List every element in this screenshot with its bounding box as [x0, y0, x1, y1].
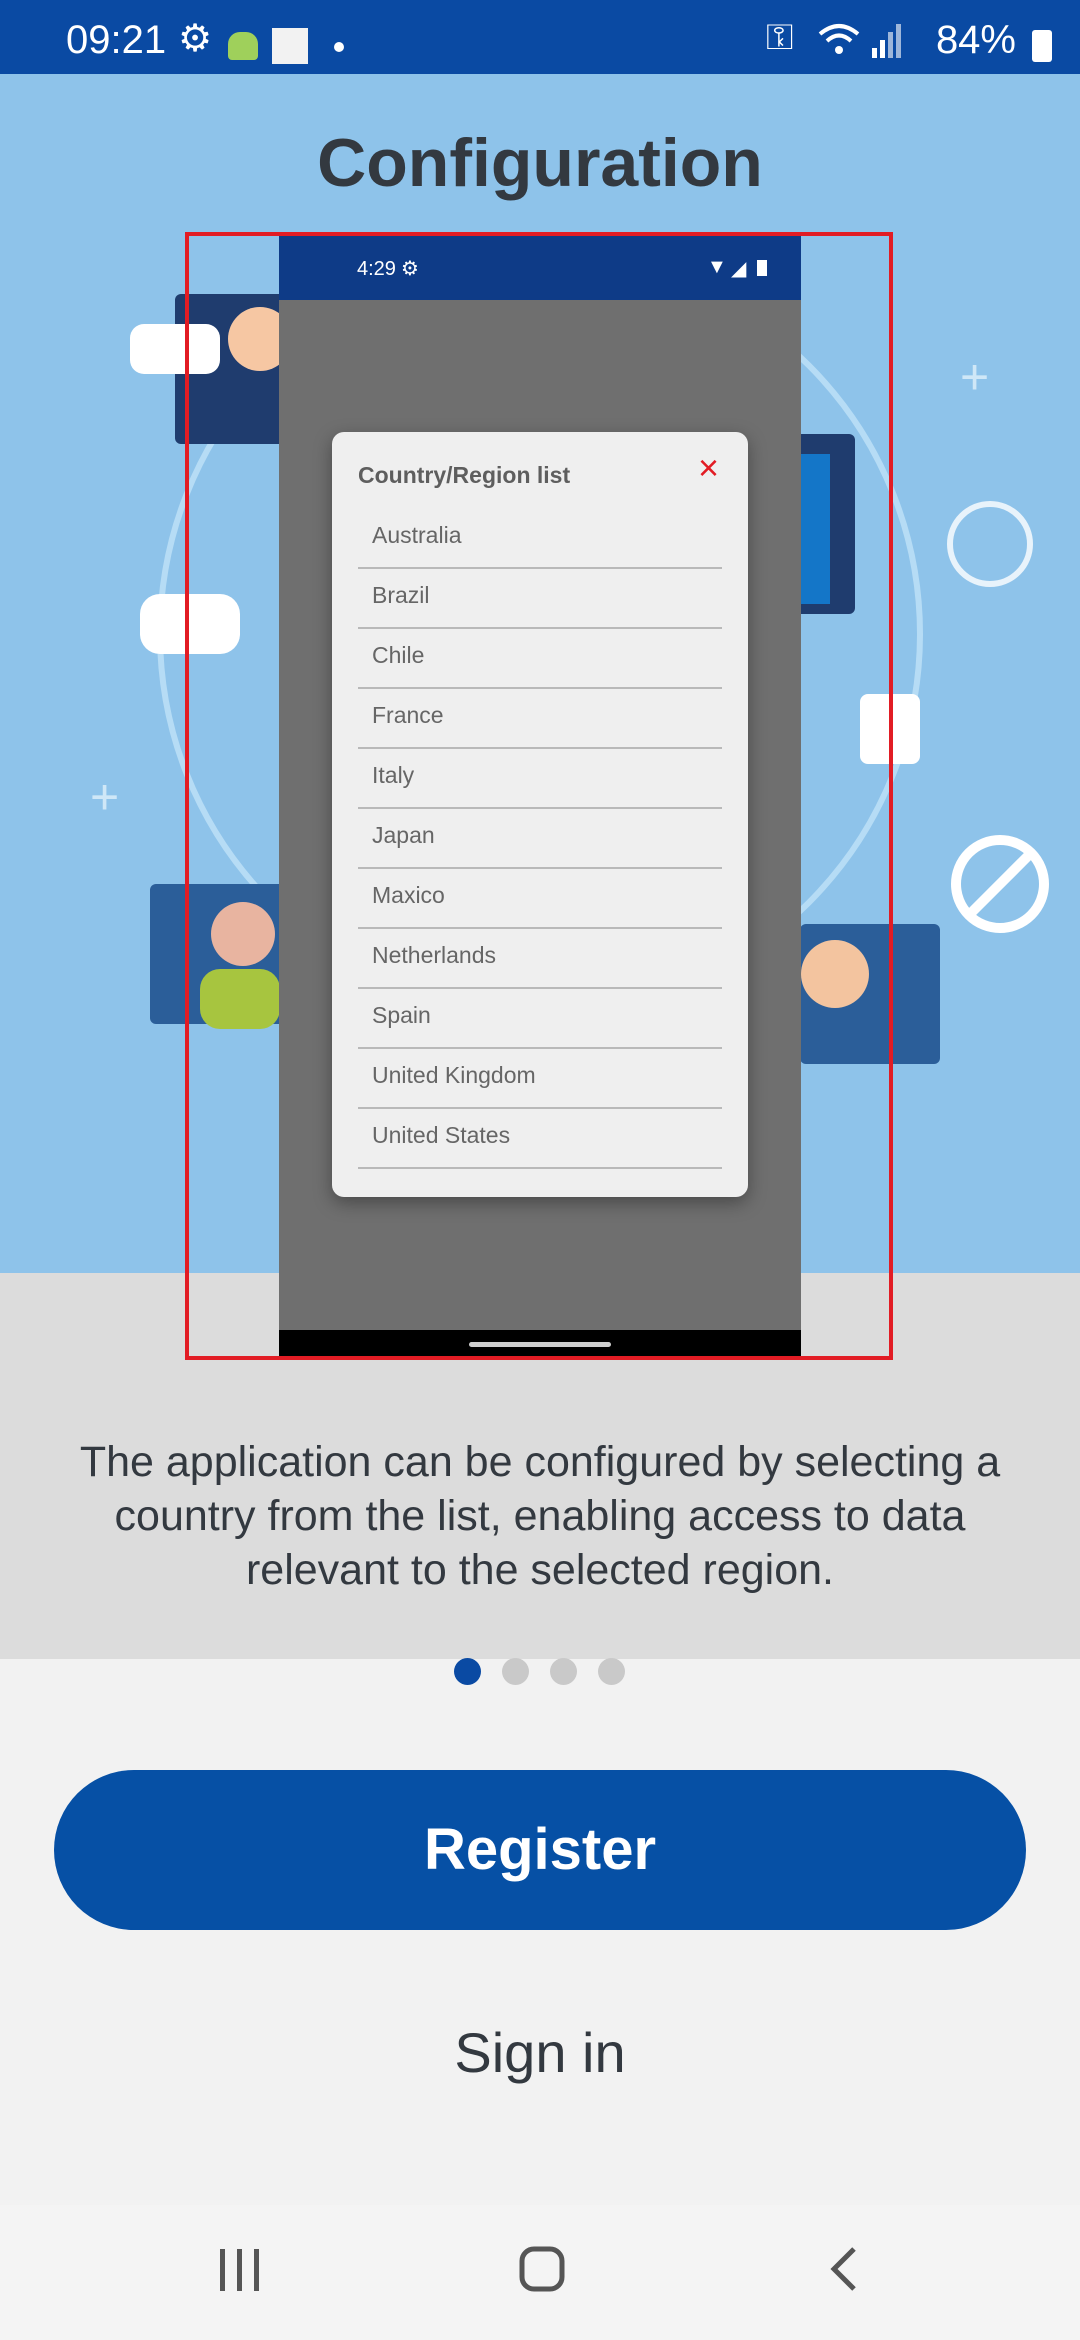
pager-dot-3[interactable] — [550, 1658, 577, 1685]
status-time: 09:21 — [66, 18, 167, 62]
country-item[interactable]: United Kingdom — [358, 1050, 722, 1109]
home-icon[interactable] — [518, 2245, 566, 2293]
sign-in-button[interactable]: Sign in — [0, 2020, 1080, 2085]
country-item[interactable]: Chile — [358, 630, 722, 689]
country-item[interactable]: United States — [358, 1110, 722, 1169]
back-icon[interactable] — [828, 2245, 860, 2293]
dialog-title: Country/Region list — [358, 462, 571, 488]
description-text: The application can be configured by sel… — [79, 1438, 1001, 1594]
register-button[interactable]: Register — [54, 1770, 1026, 1930]
battery-icon — [1032, 30, 1052, 62]
system-nav-bar — [0, 2205, 1080, 2340]
country-item[interactable]: Spain — [358, 990, 722, 1049]
settings-icon: ⚙ — [178, 18, 213, 60]
country-item[interactable]: Italy — [358, 750, 722, 809]
svg-text:+: + — [960, 349, 989, 405]
country-item[interactable]: Netherlands — [358, 930, 722, 989]
country-item[interactable]: Brazil — [358, 570, 722, 629]
vpn-key-icon: ⚿ — [766, 16, 794, 57]
svg-text:+: + — [90, 769, 119, 825]
pager-dot-4[interactable] — [598, 1658, 625, 1685]
signal-icon — [872, 24, 901, 58]
country-item[interactable]: Australia — [358, 510, 722, 569]
page-title: Configuration — [317, 125, 763, 201]
pager-dot-2[interactable] — [502, 1658, 529, 1685]
battery-percent: 84% — [935, 18, 1016, 62]
country-list: Australia Brazil Chile France Italy Japa… — [358, 510, 722, 1170]
dot-icon — [334, 42, 344, 52]
pager-dot-1[interactable] — [454, 1658, 481, 1685]
status-bar: 09:21 ⚙ ⚿ 84% — [0, 0, 1080, 74]
country-item[interactable]: France — [358, 690, 722, 749]
country-dialog: Country/Region list × Australia Brazil C… — [332, 432, 748, 1197]
recents-icon[interactable] — [218, 2247, 262, 2293]
country-item[interactable]: Japan — [358, 810, 722, 869]
wifi-icon — [818, 24, 860, 54]
country-item[interactable]: Maxico — [358, 870, 722, 929]
android-icon — [228, 32, 258, 60]
close-icon[interactable]: × — [698, 450, 719, 486]
white-square-icon — [272, 28, 308, 64]
